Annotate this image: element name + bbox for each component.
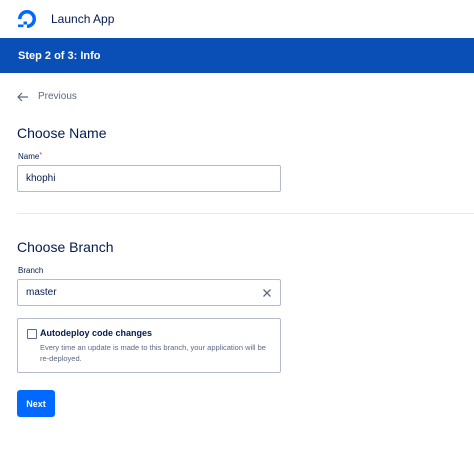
section-divider <box>17 213 474 214</box>
launch-app-page: Launch App Step 2 of 3: Info Previous Ch… <box>0 0 474 474</box>
top-bar: Launch App <box>0 0 474 38</box>
name-input-value: khophi <box>26 173 56 184</box>
app-title: Launch App <box>51 12 115 26</box>
previous-link[interactable]: Previous <box>17 91 77 102</box>
step-label: Step 2 of 3: Info <box>18 50 101 62</box>
next-button[interactable]: Next <box>17 390 55 417</box>
choose-name-heading: Choose Name <box>17 125 107 141</box>
autodeploy-description: Every time an update is made to this bra… <box>40 343 266 363</box>
close-icon[interactable] <box>262 288 272 298</box>
name-label: Name* <box>18 152 42 161</box>
autodeploy-title[interactable]: Autodeploy code changes <box>40 328 152 338</box>
branch-label: Branch <box>18 266 44 275</box>
autodeploy-checkbox[interactable] <box>27 329 37 339</box>
name-label-text: Name <box>18 152 40 161</box>
digitalocean-logo-icon[interactable] <box>16 8 38 30</box>
branch-select[interactable]: master <box>17 279 281 306</box>
branch-select-value: master <box>26 287 57 298</box>
arrow-left-icon <box>17 92 28 101</box>
autodeploy-box: Autodeploy code changes Every time an up… <box>17 318 281 373</box>
previous-label: Previous <box>38 91 77 102</box>
name-input[interactable]: khophi <box>17 165 281 192</box>
required-mark: * <box>39 152 43 159</box>
choose-branch-heading: Choose Branch <box>17 239 114 255</box>
